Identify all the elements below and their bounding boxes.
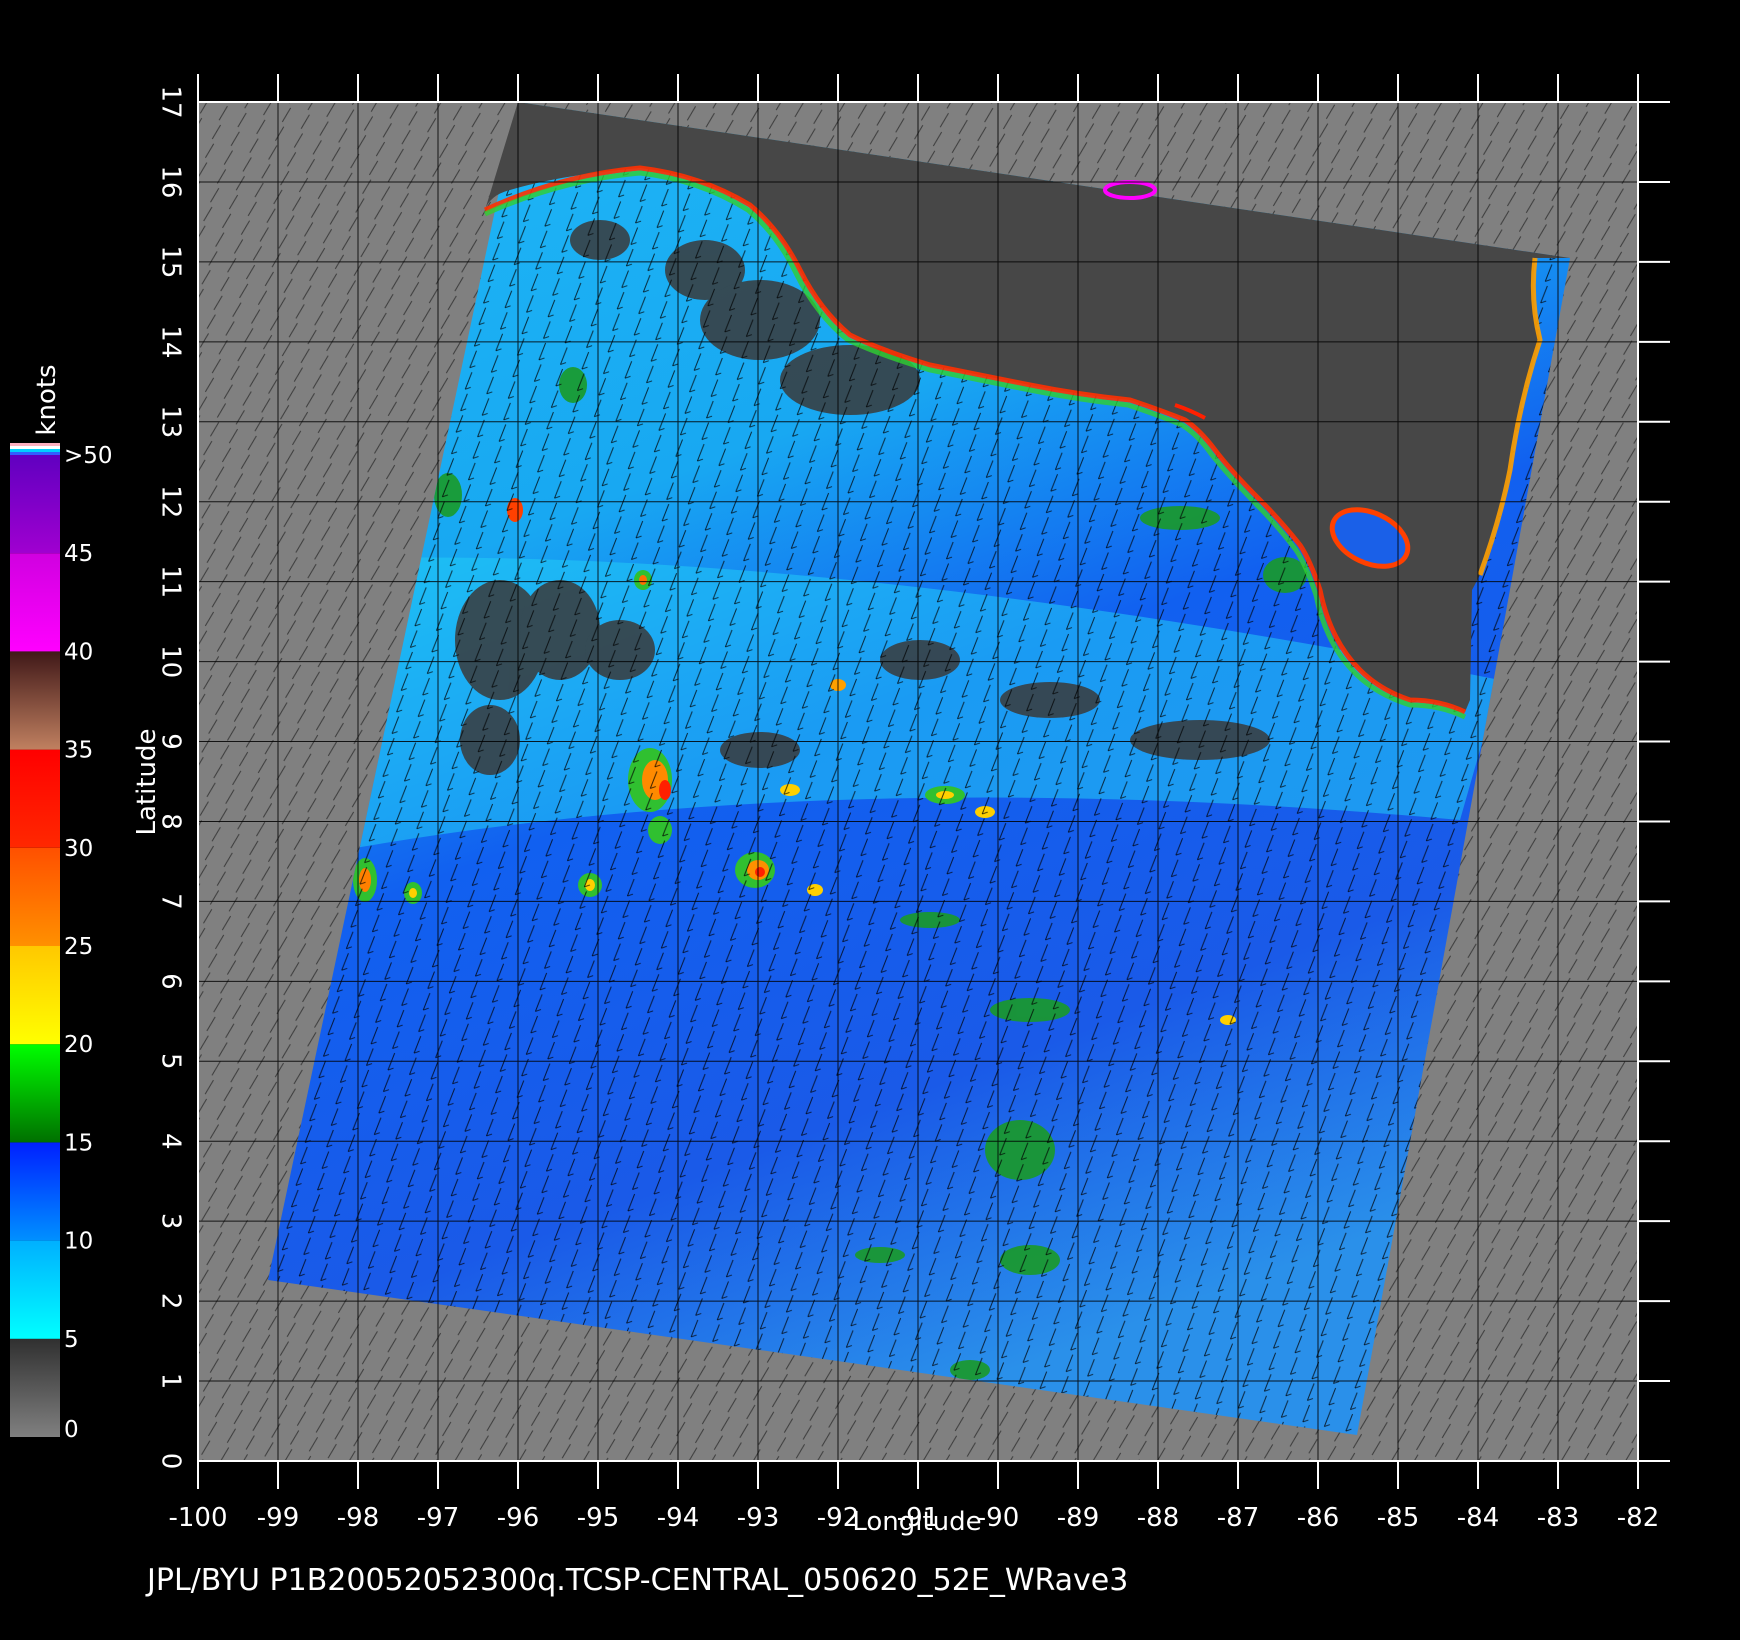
y-tick-label: 10 (156, 645, 186, 678)
y-axis-label: Latitude (132, 728, 162, 835)
x-tick-label: -83 (1537, 1503, 1579, 1533)
colorbar-overflow-stripe (10, 443, 60, 446)
island (1103, 180, 1157, 200)
x-tick-label: -89 (1057, 1503, 1099, 1533)
colorbar-band (10, 1044, 60, 1143)
y-tick-label: 0 (156, 1453, 186, 1470)
colorbar-label: 0 (64, 1417, 79, 1443)
colorbar-label: 15 (64, 1130, 93, 1156)
y-tick-label: 5 (156, 1053, 186, 1070)
y-tick-label: 15 (156, 245, 186, 278)
y-tick-label: 3 (156, 1213, 186, 1230)
colorbar-label: 45 (64, 541, 93, 567)
colorbar-label: >50 (64, 443, 113, 469)
colorbar-band (10, 749, 60, 848)
colorbar-label: 5 (64, 1327, 79, 1353)
wind-map: -100 -99 -98 -97 -96 -95 -94 -93 -92 -91 -90 -89 -88… (10, 74, 1670, 1537)
colorbar-band (10, 847, 60, 946)
y-tick-label: 16 (156, 165, 186, 198)
y-tick-label: 7 (156, 893, 186, 910)
x-tick-label: -84 (1457, 1503, 1499, 1533)
colorbar-label: 10 (64, 1229, 93, 1255)
colorbar-overflow-stripe (10, 446, 60, 449)
x-tick-label: -98 (337, 1503, 379, 1533)
colorbar-band (10, 1142, 60, 1241)
colorbar-band (10, 1240, 60, 1339)
y-tick-label: 6 (156, 973, 186, 990)
colorbar-overflow-stripe (10, 452, 60, 455)
x-tick-label: -95 (577, 1503, 619, 1533)
x-tick-label: -97 (417, 1503, 459, 1533)
colorbar-overflow-stripe (10, 449, 60, 452)
x-tick-label: -99 (257, 1503, 299, 1533)
y-tick-label: 13 (156, 405, 186, 438)
y-tick-label: 2 (156, 1293, 186, 1310)
y-tick-label: 1 (156, 1373, 186, 1390)
colorbar-band (10, 651, 60, 750)
y-tick-label: 17 (156, 85, 186, 118)
plot-area (198, 102, 1638, 1461)
colorbar-label: 35 (64, 738, 93, 764)
colorbar: 0 5 10 15 20 25 30 35 40 45 >50 (10, 443, 113, 1443)
x-tick-label: -85 (1377, 1503, 1419, 1533)
y-tick-label: 14 (156, 325, 186, 358)
x-tick-label: -88 (1137, 1503, 1179, 1533)
colorbar-unit: knots (32, 364, 62, 435)
colorbar-band (10, 946, 60, 1045)
x-tick-label: -94 (657, 1503, 699, 1533)
x-tick-label: -87 (1217, 1503, 1259, 1533)
x-tick-label: -82 (1617, 1503, 1659, 1533)
colorbar-band (10, 553, 60, 652)
x-axis-label: Longitude (852, 1507, 981, 1537)
colorbar-band (10, 455, 60, 554)
y-tick-label: 4 (156, 1133, 186, 1150)
x-tick-label: -100 (168, 1503, 227, 1533)
colorbar-label: 25 (64, 934, 93, 960)
y-tick-label: 11 (156, 565, 186, 598)
footer-caption: JPL/BYU P1B20052052300q.TCSP-CENTRAL_050… (147, 1563, 1129, 1598)
y-tick-label: 12 (156, 485, 186, 518)
colorbar-band (10, 1338, 60, 1437)
x-tick-label: -90 (977, 1503, 1019, 1533)
colorbar-label: 30 (64, 836, 93, 862)
x-tick-label: -86 (1297, 1503, 1339, 1533)
x-tick-label: -93 (737, 1503, 779, 1533)
colorbar-label: 40 (64, 639, 93, 665)
x-tick-label: -96 (497, 1503, 539, 1533)
colorbar-label: 20 (64, 1032, 93, 1058)
